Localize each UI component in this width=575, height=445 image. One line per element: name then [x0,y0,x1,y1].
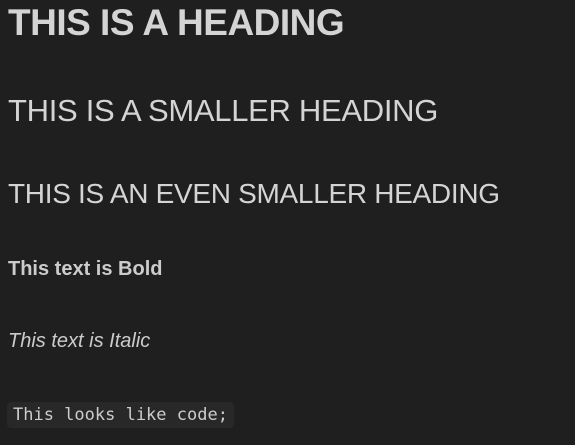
italic-text: This text is Italic [8,330,151,352]
bold-text: This text is Bold [8,258,163,280]
heading-3: THIS IS AN EVEN SMALLER HEADING [8,178,500,209]
heading-1: THIS IS A HEADING [8,2,345,43]
inline-code: This looks like code; [7,402,234,428]
heading-2: THIS IS A SMALLER HEADING [8,93,439,128]
